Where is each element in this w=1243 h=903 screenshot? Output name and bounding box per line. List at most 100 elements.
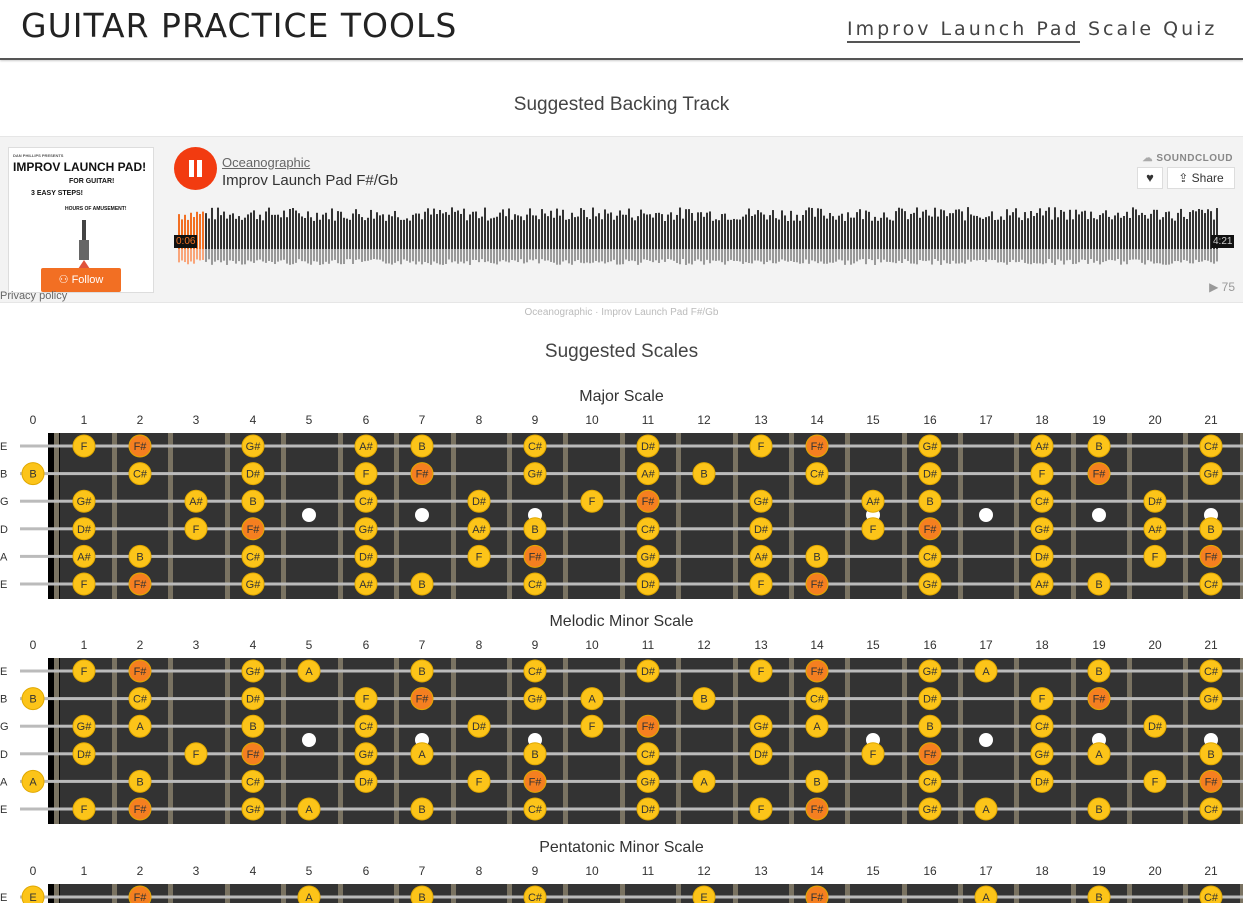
note-label: F <box>589 721 596 733</box>
waveform-bar <box>202 211 204 249</box>
guitar-string <box>20 697 1243 701</box>
waveform-bar <box>928 215 930 249</box>
waveform-reflection <box>322 249 324 265</box>
note-label: A# <box>77 551 91 563</box>
note-label: B <box>700 694 707 706</box>
privacy-policy-link[interactable]: Privacy policy <box>0 290 67 302</box>
soundcloud-logo[interactable]: ☁ SOUNDCLOUD <box>1143 153 1233 164</box>
waveform-reflection <box>1168 249 1170 265</box>
nav-scale-quiz[interactable]: Scale Quiz <box>1088 18 1217 40</box>
track-caption[interactable]: Oceanographic · Improv Launch Pad F#/Gb <box>0 307 1243 318</box>
note-label: B <box>418 441 425 453</box>
waveform-reflection <box>1195 249 1197 260</box>
waveform-bar <box>868 211 870 249</box>
waveform-bar <box>487 220 489 249</box>
fret-wire <box>1127 884 1132 903</box>
waveform-reflection <box>655 249 657 261</box>
waveform-reflection <box>1192 249 1194 264</box>
waveform-bar <box>589 219 591 249</box>
waveform-reflection <box>442 249 444 265</box>
note-label: G# <box>923 441 939 453</box>
waveform-reflection <box>262 249 264 262</box>
note-label: F# <box>811 441 825 453</box>
album-art[interactable]: DAN PHILLIPS PRESENTS IMPROV LAUNCH PAD!… <box>8 147 154 293</box>
waveform-bar <box>646 214 648 249</box>
waveform-reflection <box>691 249 693 265</box>
waveform-bar <box>490 218 492 249</box>
waveform-bar <box>886 217 888 249</box>
waveform-reflection <box>352 249 354 264</box>
waveform-bar <box>313 220 315 249</box>
artist-link[interactable]: Oceanographic <box>222 155 310 170</box>
waveform-bar <box>1099 214 1101 249</box>
site-title[interactable]: GUITAR PRACTICE TOOLS <box>21 6 457 45</box>
waveform-reflection <box>1003 249 1005 263</box>
waveform-bar <box>376 212 378 249</box>
waveform-reflection <box>235 249 237 264</box>
note-label: F# <box>924 749 938 761</box>
fretboard-major: 0 1 2 3 4 5 6 7 8 9 10 11 12 13 14 15 16 17 18 19 20 21E F F# G#… <box>0 413 1243 599</box>
note-label: D# <box>754 524 769 536</box>
pause-button[interactable] <box>174 147 217 190</box>
track-title[interactable]: Improv Launch Pad F#/Gb <box>222 172 398 189</box>
waveform-reflection <box>697 249 699 260</box>
follow-button[interactable]: ⚇ Follow <box>41 268 121 292</box>
note-label: B <box>249 496 256 508</box>
note-label: B <box>813 776 820 788</box>
waveform-reflection <box>517 249 519 263</box>
waveform-bar <box>784 215 786 249</box>
fret-number: 8 <box>476 864 483 878</box>
share-button[interactable]: ⇪ Share <box>1167 167 1235 189</box>
waveform-bar <box>271 214 273 249</box>
waveform-bar <box>394 210 396 249</box>
waveform-reflection <box>412 249 414 262</box>
waveform-bar <box>415 213 417 249</box>
waveform-reflection <box>853 249 855 264</box>
waveform-bar <box>1177 212 1179 249</box>
waveform-bar <box>925 209 927 249</box>
fret-number: 11 <box>642 413 655 427</box>
waveform-reflection <box>445 249 447 264</box>
waveform-reflection <box>712 249 714 261</box>
fret-wire <box>620 433 625 599</box>
waveform-reflection <box>649 249 651 261</box>
note-label: B <box>418 804 425 816</box>
waveform-reflection <box>1030 249 1032 265</box>
fret-wire <box>451 884 456 903</box>
waveform-reflection <box>472 249 474 260</box>
waveform-reflection <box>646 249 648 260</box>
waveform-reflection <box>466 249 468 262</box>
waveform-reflection <box>970 249 972 262</box>
fret-wire <box>54 433 59 599</box>
waveform-bar <box>601 219 603 249</box>
waveform-bar <box>283 210 285 249</box>
fret-wire <box>789 884 794 903</box>
fret-marker-dot <box>979 508 993 522</box>
like-button[interactable]: ♥ <box>1137 167 1163 189</box>
fret-wire <box>1014 658 1019 824</box>
waveform-bar <box>796 214 798 249</box>
waveform-bar <box>268 207 270 249</box>
note-label: B <box>1207 524 1214 536</box>
waveform-bar <box>688 209 690 249</box>
waveform-bar <box>637 216 639 249</box>
waveform[interactable] <box>174 205 1234 267</box>
waveform-reflection <box>1084 249 1086 260</box>
waveform-bar <box>628 208 630 249</box>
note-label: A <box>305 666 313 678</box>
note-label: A# <box>472 524 486 536</box>
waveform-bar <box>328 219 330 249</box>
waveform-reflection <box>394 249 396 263</box>
art-title: IMPROV LAUNCH PAD! <box>13 160 147 174</box>
fret-wire <box>1183 658 1188 824</box>
nav-improv-launch-pad[interactable]: Improv Launch Pad <box>847 18 1080 43</box>
waveform-bar <box>496 216 498 249</box>
waveform-bar <box>685 209 687 249</box>
waveform-reflection <box>1153 249 1155 264</box>
waveform-bar <box>1000 216 1002 249</box>
waveform-bar <box>280 217 282 249</box>
waveform-bar <box>244 217 246 249</box>
waveform-bar <box>1105 210 1107 249</box>
note-label: G# <box>1035 524 1051 536</box>
fret-wire <box>507 433 512 599</box>
